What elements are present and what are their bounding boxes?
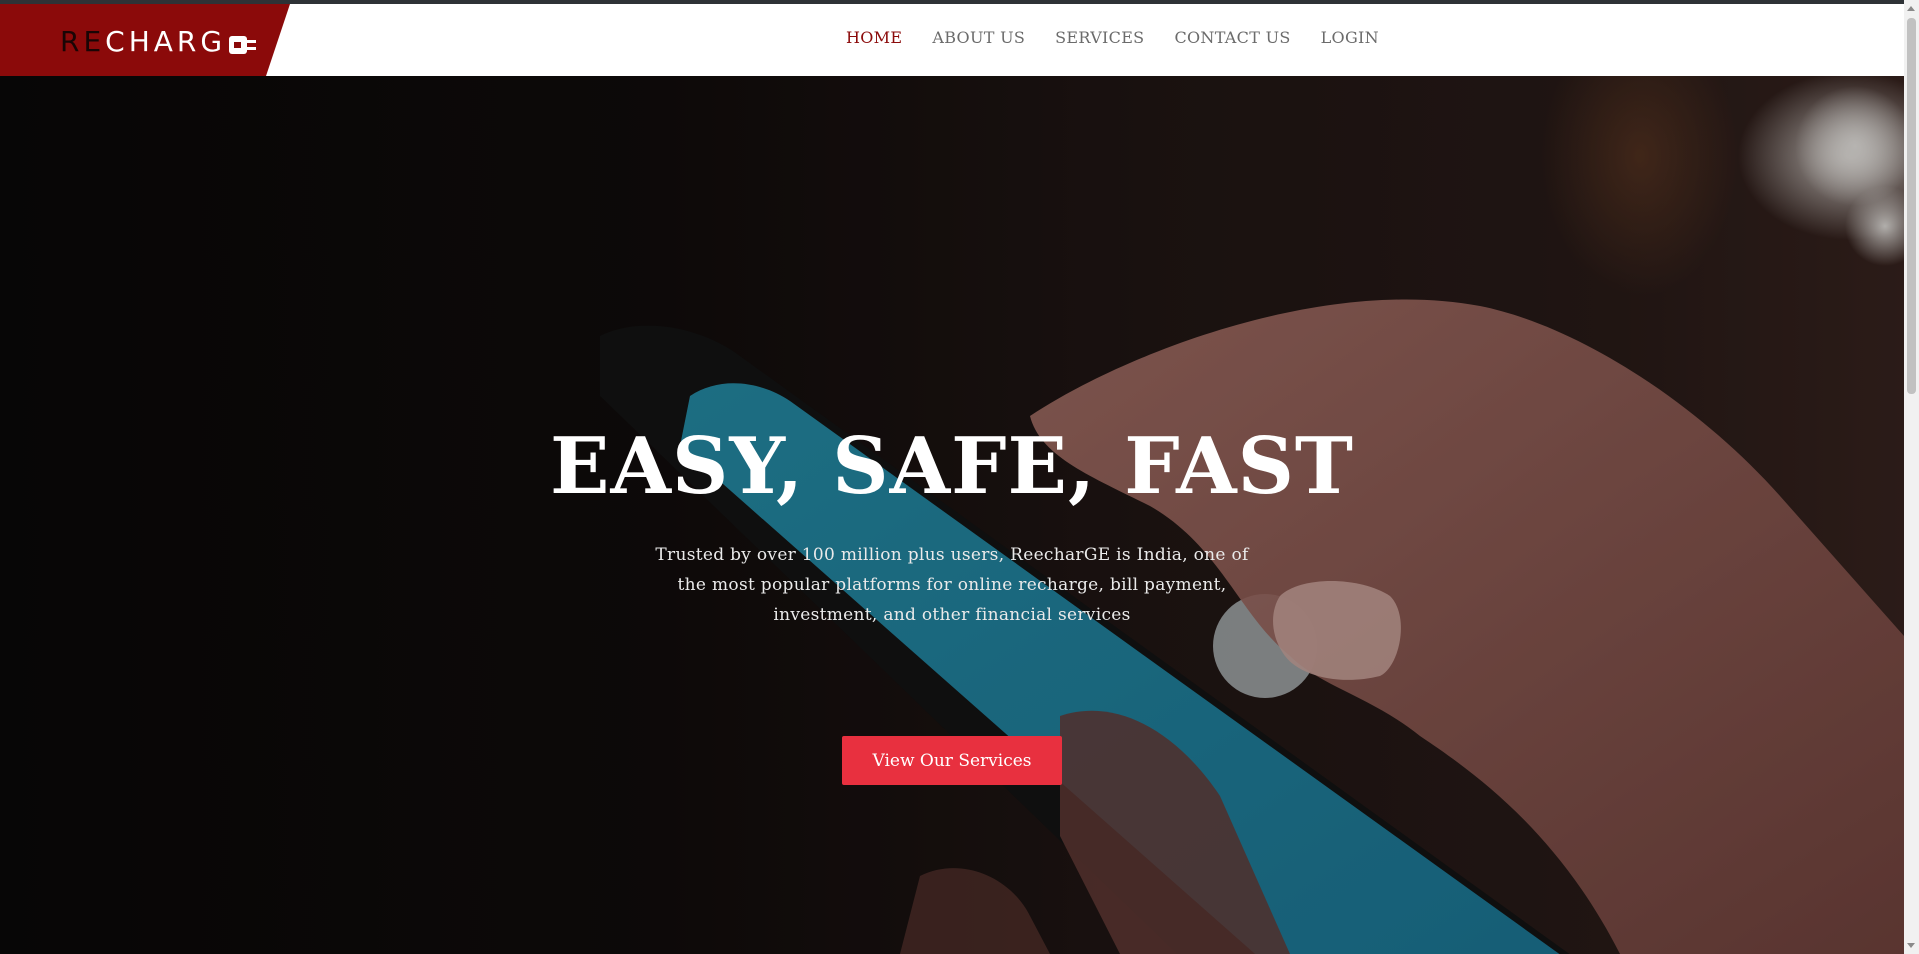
plug-icon: [228, 30, 258, 54]
scroll-up-arrow-icon[interactable]: [1907, 6, 1915, 11]
logo-text-dark: RE: [60, 24, 106, 58]
view-services-button[interactable]: View Our Services: [842, 736, 1062, 785]
hero-section: EASY, SAFE, FAST Trusted by over 100 mil…: [0, 76, 1904, 954]
hero-overlay: [0, 76, 1904, 954]
page-scrollbar[interactable]: [1904, 0, 1919, 954]
main-nav: HOME ABOUT US SERVICES CONTACT US LOGIN: [846, 28, 1379, 47]
nav-services[interactable]: SERVICES: [1055, 28, 1144, 47]
nav-about-us[interactable]: ABOUT US: [932, 28, 1025, 47]
scrollbar-thumb[interactable]: [1907, 18, 1916, 394]
hero-description: Trusted by over 100 million plus users, …: [655, 545, 1249, 625]
scroll-down-arrow-icon[interactable]: [1907, 943, 1915, 948]
logo-text-light: CHARG: [105, 24, 227, 58]
site-header: RE CHARG HOME ABOUT US SERVICES CONTACT U…: [0, 4, 1904, 76]
nav-contact-us[interactable]: CONTACT US: [1174, 28, 1290, 47]
nav-home[interactable]: HOME: [846, 28, 902, 47]
nav-login[interactable]: LOGIN: [1321, 28, 1379, 47]
site-logo[interactable]: RE CHARG: [60, 24, 258, 58]
hero-title: EASY, SAFE, FAST: [550, 421, 1354, 512]
